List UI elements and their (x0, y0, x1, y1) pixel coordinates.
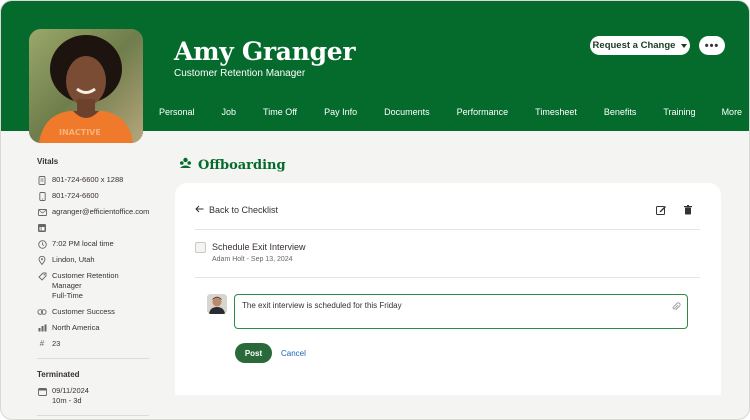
paperclip-icon[interactable] (671, 299, 681, 311)
task-meta: Adam Holt - Sep 13, 2024 (212, 256, 293, 263)
terminated-title: Terminated (37, 370, 80, 379)
linkedin-icon (37, 223, 47, 233)
more-actions-button[interactable]: ••• (699, 36, 725, 55)
tab-job[interactable]: Job (222, 107, 237, 123)
commenter-avatar (207, 294, 227, 314)
offboarding-heading: Offboarding (179, 156, 286, 174)
division-chart-icon (37, 323, 47, 333)
tab-timesheet[interactable]: Timesheet (535, 107, 577, 123)
back-label: Back to Checklist (209, 205, 279, 215)
task-checkbox[interactable] (195, 242, 206, 253)
profile-tabs: Personal Job Time Off Pay Info Documents… (159, 107, 749, 123)
job-title-value: Customer Retention Manager (52, 271, 119, 290)
chevron-down-icon (681, 43, 688, 48)
employee-name: Amy Granger (174, 37, 356, 66)
terminated-date-row: 09/11/2024 10m - 3d (37, 386, 149, 406)
tab-benefits[interactable]: Benefits (604, 107, 637, 123)
vital-local-time: 7:02 PM local time (37, 239, 149, 249)
division-value: North America (52, 323, 100, 332)
tab-more-label: More (721, 107, 743, 117)
mobile-phone-value: 801-724-6600 (52, 191, 99, 200)
vital-linkedin[interactable] (37, 223, 149, 233)
vitals-title: Vitals (37, 157, 59, 166)
task-detail-card: Back to Checklist Schedule Exit Intervie… (175, 183, 721, 395)
cancel-link[interactable]: Cancel (281, 349, 306, 358)
job-tag-icon (37, 271, 47, 281)
card-divider (195, 277, 700, 278)
employee-number-value: 23 (52, 339, 61, 348)
vital-department: Customer Success (37, 307, 149, 317)
tab-pay-info[interactable]: Pay Info (324, 107, 357, 123)
employment-type-value: Full-Time (52, 291, 83, 300)
tab-personal[interactable]: Personal (159, 107, 195, 123)
sidebar-divider (37, 415, 149, 416)
task-title: Schedule Exit Interview (212, 242, 306, 252)
request-change-button[interactable]: Request a Change (590, 36, 690, 55)
trash-icon[interactable] (682, 203, 694, 215)
phone-ext-icon (37, 175, 47, 185)
location-pin-icon (37, 255, 47, 265)
post-button[interactable]: Post (235, 343, 272, 363)
vital-division: North America (37, 323, 149, 333)
email-icon (37, 207, 47, 217)
more-dots-icon: ••• (704, 39, 720, 52)
hash-icon: # (39, 339, 45, 348)
section-title: Offboarding (198, 157, 286, 173)
mobile-phone-icon (37, 191, 47, 201)
employee-title: Customer Retention Manager (174, 68, 306, 79)
arrow-left-icon (195, 205, 204, 215)
back-to-checklist-link[interactable]: Back to Checklist (195, 205, 278, 215)
request-change-label: Request a Change (592, 40, 676, 51)
clock-icon (37, 239, 47, 249)
svg-text:INACTIVE: INACTIVE (59, 128, 101, 137)
comment-value: The exit interview is scheduled for this… (242, 301, 402, 310)
vitals-sidebar: Vitals 801-724-6600 x 1288 801-724-6600 … (37, 157, 149, 416)
terminated-date-value: 09/11/2024 (52, 386, 89, 395)
email-value: agranger@efficientoffice.com (52, 207, 150, 216)
vital-employee-number: # 23 (37, 339, 149, 349)
offboarding-icon (179, 156, 192, 174)
vital-location: Lindon, Utah (37, 255, 149, 265)
vital-job: Customer Retention Manager Full-Time (37, 271, 149, 301)
sidebar-divider (37, 358, 149, 359)
employee-photo: INACTIVE (29, 29, 143, 143)
department-value: Customer Success (52, 307, 115, 316)
tab-performance[interactable]: Performance (457, 107, 509, 123)
vital-mobile-phone[interactable]: 801-724-6600 (37, 191, 149, 201)
tab-documents[interactable]: Documents (384, 107, 430, 123)
tab-training[interactable]: Training (663, 107, 695, 123)
edit-icon[interactable] (655, 203, 667, 215)
work-phone-value: 801-724-6600 x 1288 (52, 175, 124, 184)
vital-work-phone[interactable]: 801-724-6600 x 1288 (37, 175, 149, 185)
terminated-duration-value: 10m - 3d (52, 396, 82, 405)
team-icon (37, 307, 47, 317)
comment-input[interactable]: The exit interview is scheduled for this… (234, 294, 688, 329)
card-divider (195, 229, 700, 230)
vital-email[interactable]: agranger@efficientoffice.com (37, 207, 149, 217)
tab-time-off[interactable]: Time Off (263, 107, 297, 123)
local-time-value: 7:02 PM local time (52, 239, 114, 248)
calendar-icon (37, 386, 47, 396)
app-frame: Amy Granger Customer Retention Manager R… (0, 0, 750, 420)
tab-more[interactable]: More (721, 107, 749, 123)
location-value: Lindon, Utah (52, 255, 95, 264)
